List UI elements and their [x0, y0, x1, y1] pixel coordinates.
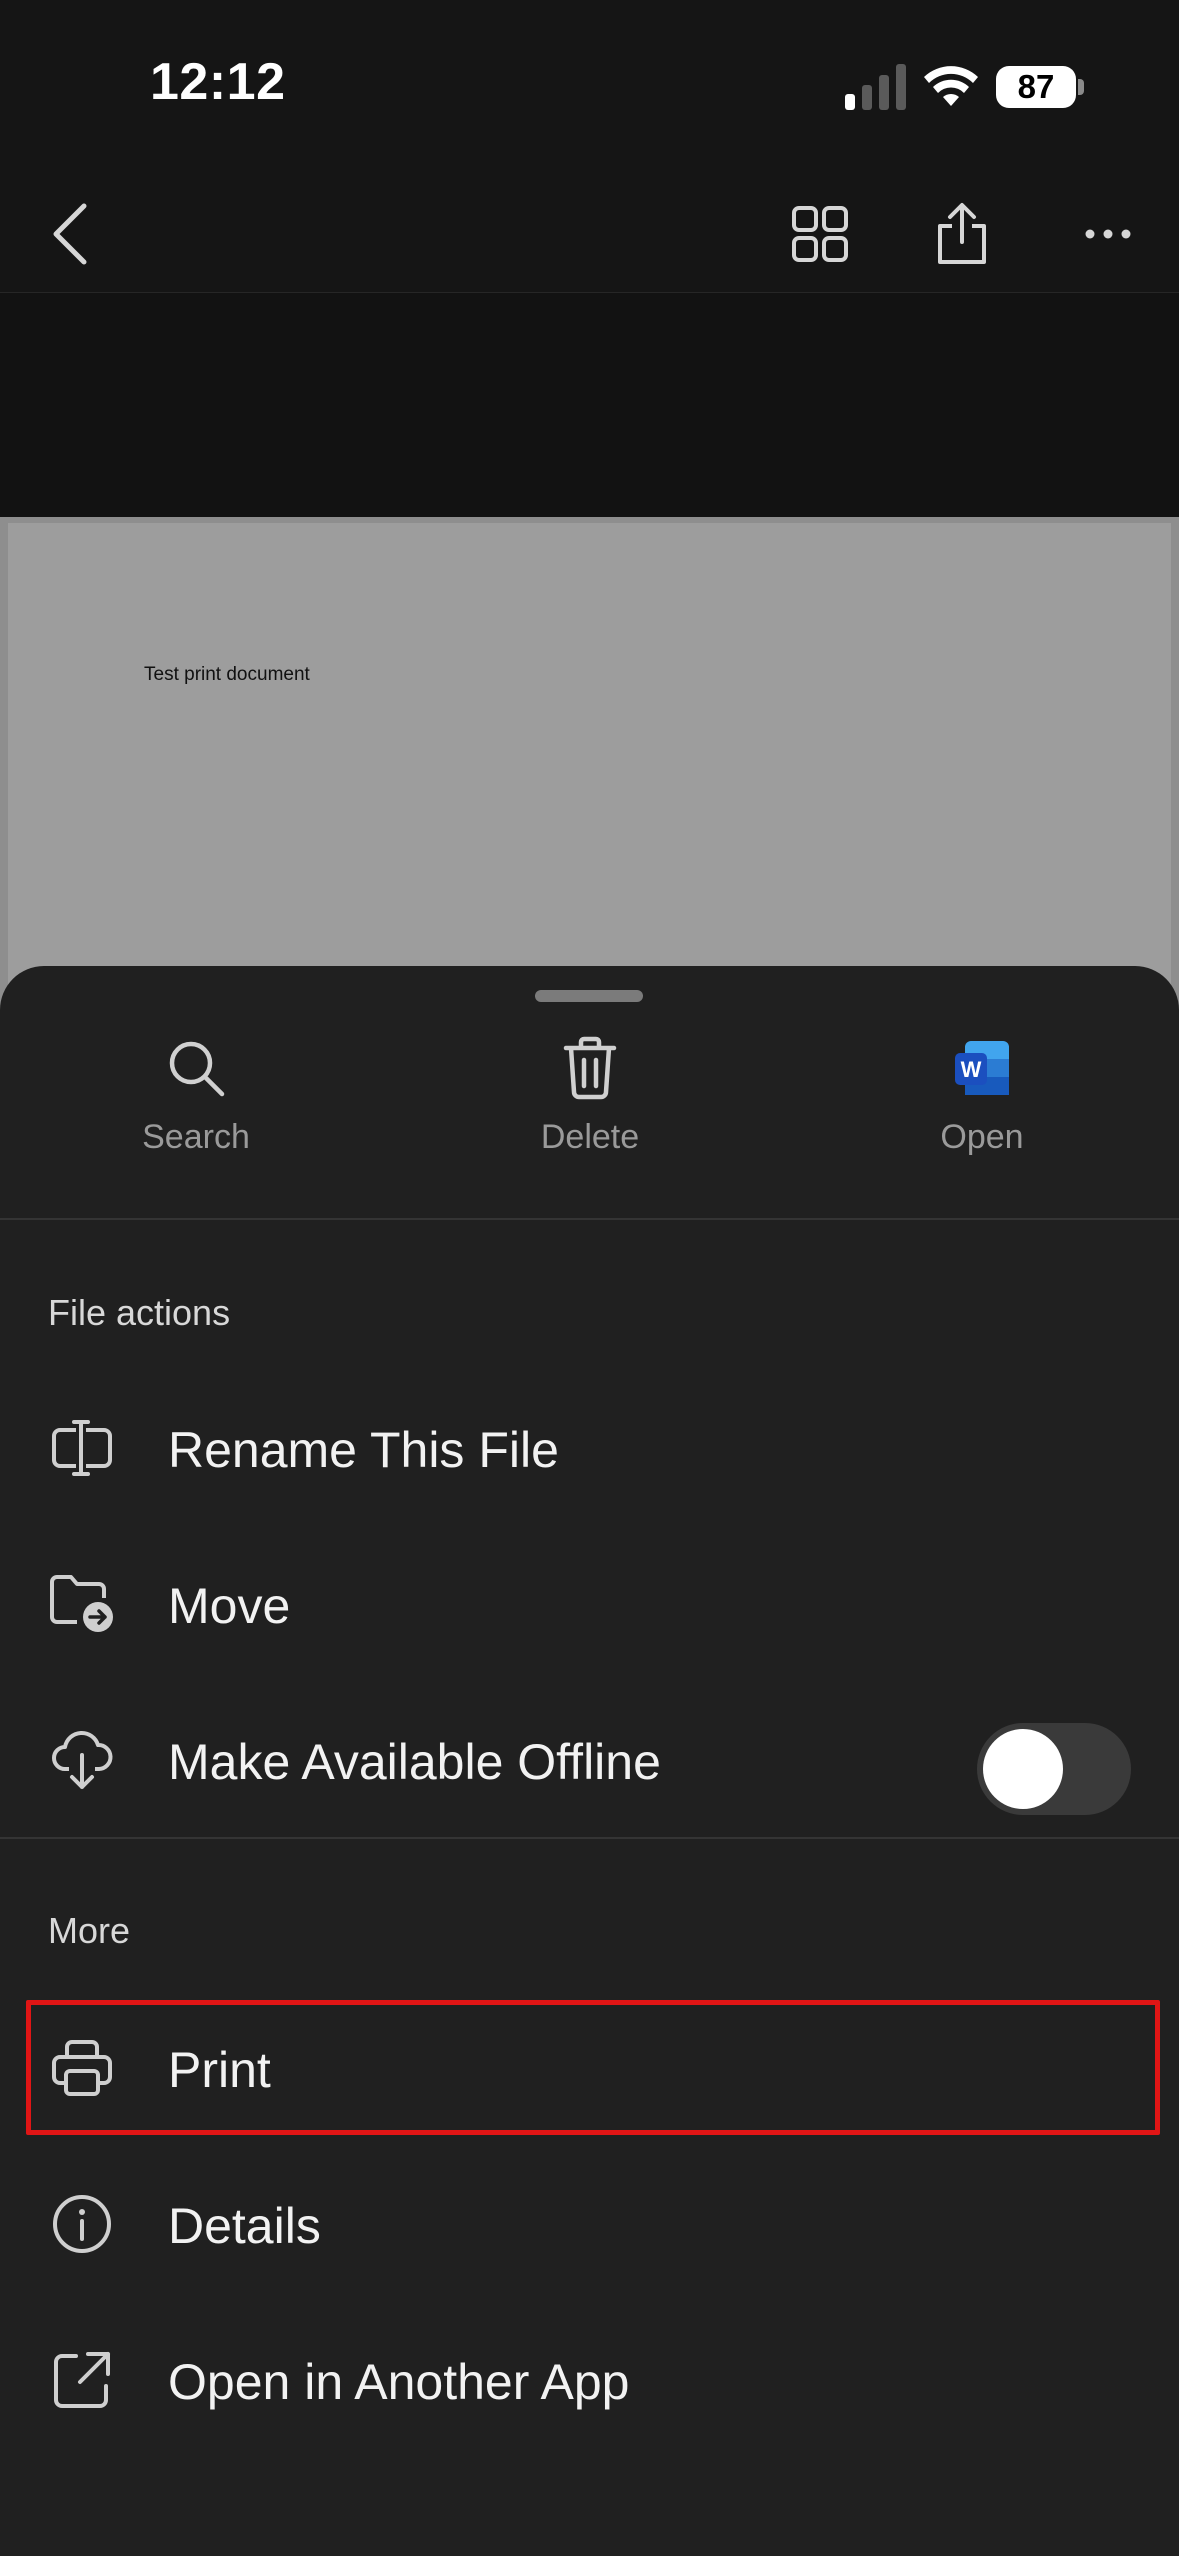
move-label: Move [168, 1578, 291, 1634]
offline-item[interactable]: Make Available Offline [0, 1685, 1179, 1835]
cloud-download-icon [52, 1730, 113, 1789]
rename-label: Rename This File [168, 1422, 559, 1478]
quick-actions: Search Delete W Open [0, 1026, 1179, 1186]
info-icon [53, 2195, 111, 2253]
status-time: 12:12 [150, 53, 286, 111]
share-icon [938, 203, 986, 264]
divider [0, 1218, 1179, 1220]
details-label: Details [168, 2198, 321, 2254]
grid-icon [792, 206, 848, 262]
wifi-icon [924, 66, 978, 106]
document-top-margin [0, 293, 1179, 517]
document-toolbar [0, 175, 1179, 293]
more-options-button[interactable] [1068, 175, 1148, 293]
rename-file-item[interactable]: Rename This File [0, 1373, 1179, 1523]
chevron-left-icon [53, 203, 87, 265]
share-button[interactable] [922, 175, 1002, 293]
status-bar: 12:12 87 [0, 0, 1179, 175]
battery-cap [1078, 79, 1084, 95]
file-actions-header: File actions [48, 1292, 231, 1333]
offline-toggle[interactable] [977, 1723, 1131, 1815]
toggle-knob [983, 1729, 1063, 1809]
actions-sheet: Search Delete W Open File actions Rename… [0, 966, 1179, 2556]
divider [0, 1837, 1179, 1839]
details-item[interactable]: Details [0, 2149, 1179, 2299]
search-icon [169, 1041, 225, 1097]
svg-text:W: W [961, 1057, 982, 1082]
ellipsis-icon [1085, 229, 1131, 239]
delete-label: Delete [540, 1118, 640, 1156]
open-in-word-button[interactable]: W Open [862, 1026, 1102, 1186]
more-header: More [48, 1910, 131, 1951]
document-text: Test print document [144, 664, 310, 685]
grid-view-button[interactable] [780, 175, 860, 293]
delete-button[interactable]: Delete [470, 1026, 710, 1186]
offline-label: Make Available Offline [168, 1734, 661, 1790]
move-item[interactable]: Move [0, 1529, 1179, 1679]
back-button[interactable] [30, 175, 110, 293]
cellular-signal-icon [845, 64, 906, 110]
print-highlight-box [26, 2000, 1160, 2135]
search-label: Search [142, 1118, 250, 1156]
folder-move-icon [50, 1575, 113, 1632]
external-open-icon [54, 2352, 110, 2408]
search-button[interactable]: Search [76, 1026, 316, 1186]
document-page: Test print document [8, 523, 1171, 1023]
sheet-grabber[interactable] [535, 990, 643, 1002]
open-another-app-label: Open in Another App [168, 2354, 630, 2410]
battery-indicator: 87 [996, 66, 1076, 108]
trash-icon [563, 1036, 617, 1100]
open-another-app-item[interactable]: Open in Another App [0, 2305, 1179, 2455]
document-preview: Test print document [0, 517, 1179, 1023]
rename-icon [52, 1420, 112, 1476]
open-label: Open [940, 1118, 1024, 1156]
word-app-icon: W [955, 1041, 1009, 1095]
